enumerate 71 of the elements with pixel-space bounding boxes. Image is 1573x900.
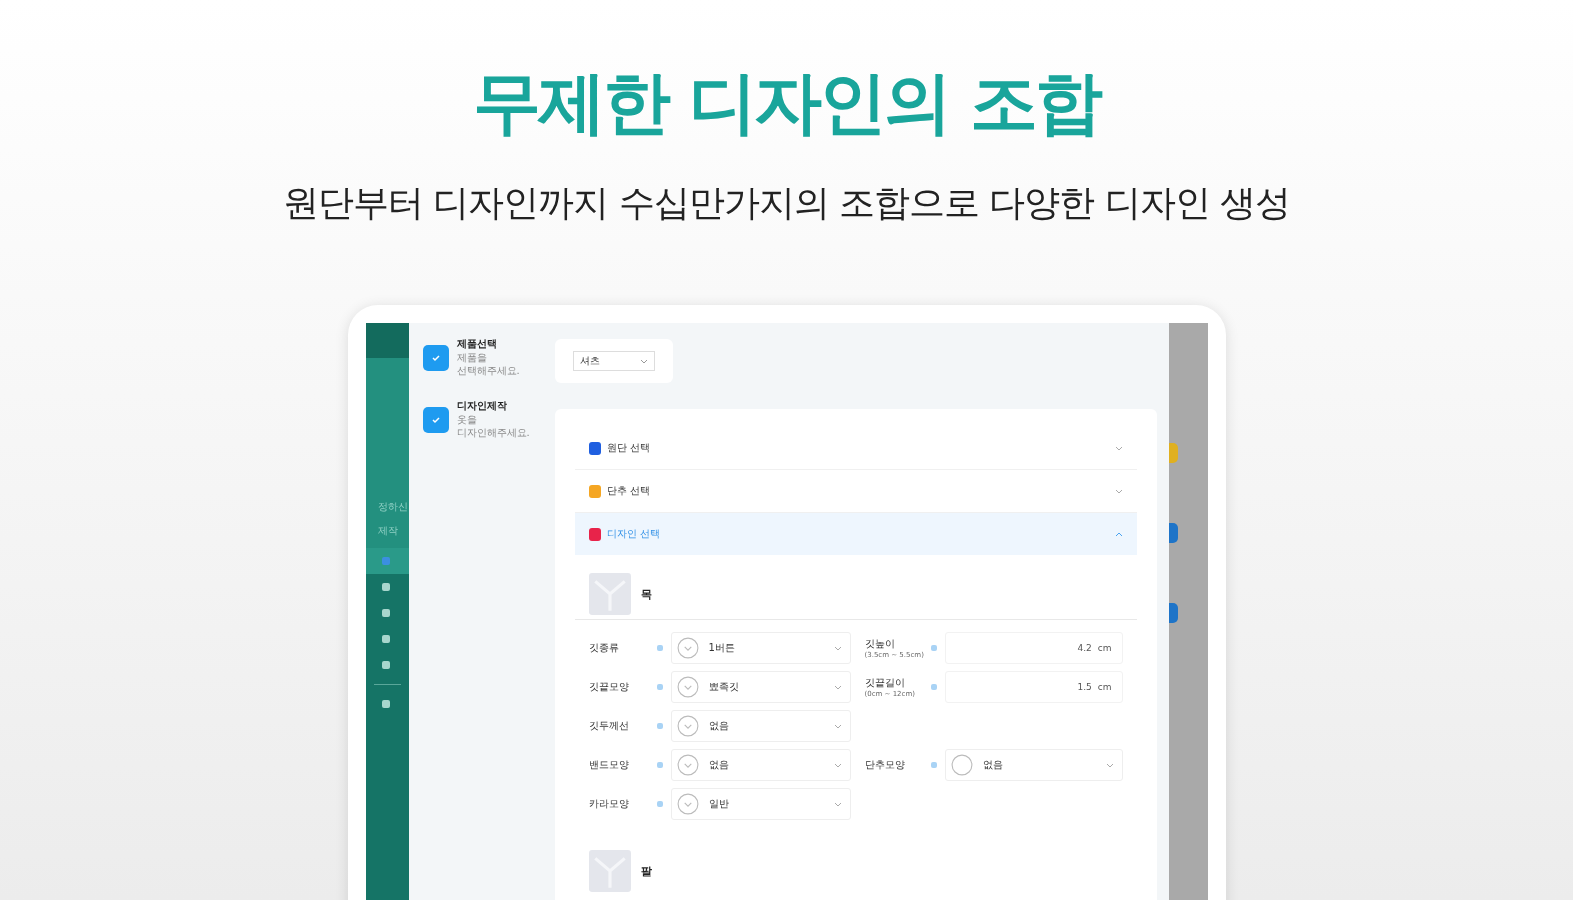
caret-icon bbox=[833, 684, 842, 690]
menu-icon bbox=[381, 557, 390, 565]
caret-icon bbox=[639, 358, 648, 364]
sidebar-header bbox=[365, 323, 409, 358]
option-icon bbox=[676, 715, 699, 737]
option-dropdown[interactable]: 없음 bbox=[944, 749, 1123, 781]
info-icon bbox=[656, 645, 663, 651]
option-dropdown[interactable]: 1버튼 bbox=[670, 632, 851, 664]
headline: 무제한 디자인의 조합 bbox=[473, 62, 1100, 144]
option-dropdown[interactable]: 일반 bbox=[670, 788, 851, 820]
option-dropdown[interactable]: 없음 bbox=[670, 710, 851, 742]
step-checkbox[interactable] bbox=[422, 407, 449, 433]
info-icon bbox=[656, 723, 663, 729]
option-icon bbox=[676, 637, 699, 659]
info-icon bbox=[656, 801, 663, 807]
menu-icon bbox=[381, 635, 390, 643]
field-label: 카라모양 bbox=[588, 797, 630, 811]
menu-icon bbox=[381, 609, 390, 617]
option-icon bbox=[676, 793, 699, 815]
field-label: 깃끝길이 bbox=[864, 676, 906, 690]
field-label: 깃두께선 bbox=[588, 719, 630, 733]
step-subtitle: 옷을 bbox=[456, 413, 478, 426]
field-label: 깃종류 bbox=[588, 641, 620, 655]
caret-icon bbox=[1105, 762, 1114, 768]
chevron-icon bbox=[1114, 531, 1123, 537]
tab-marker bbox=[1168, 443, 1178, 463]
field-label: 깃끝모양 bbox=[588, 680, 630, 694]
step-subtitle: 제품을 bbox=[456, 351, 488, 364]
number-field[interactable]: 1.5 cm bbox=[944, 671, 1123, 703]
step-checkbox[interactable] bbox=[422, 345, 449, 371]
sidebar-label: 정하신 bbox=[377, 500, 409, 514]
info-icon bbox=[656, 762, 663, 768]
field-label: 단추모양 bbox=[864, 758, 906, 772]
chevron-icon bbox=[1114, 488, 1123, 494]
number-field[interactable]: 4.2 cm bbox=[944, 632, 1123, 664]
garment-thumbnail bbox=[588, 573, 631, 615]
caret-icon bbox=[833, 801, 842, 807]
step-title: 디자인제작 bbox=[456, 399, 508, 413]
option-icon bbox=[676, 754, 699, 776]
section-title: 팔 bbox=[640, 863, 652, 879]
step-note: 선택해주세요. bbox=[456, 364, 520, 377]
field-label: 깃높이 bbox=[864, 637, 896, 651]
section-title: 목 bbox=[640, 586, 652, 602]
accordion-header[interactable]: 원단 선택 bbox=[574, 427, 1137, 470]
product-dropdown[interactable]: 셔츠 bbox=[572, 351, 655, 371]
caret-icon bbox=[833, 762, 842, 768]
option-dropdown[interactable]: 뾰족깃 bbox=[670, 671, 851, 703]
info-icon bbox=[930, 762, 937, 768]
caret-icon bbox=[833, 645, 842, 651]
menu-icon bbox=[381, 661, 390, 669]
tab-marker bbox=[1168, 603, 1178, 623]
step-note: 디자인해주세요. bbox=[456, 426, 530, 439]
subheadline: 원단부터 디자인까지 수십만가지의 조합으로 다양한 디자인 생성 bbox=[282, 181, 1291, 225]
info-icon bbox=[656, 684, 663, 690]
chevron-icon bbox=[1114, 445, 1123, 451]
sidebar-item[interactable] bbox=[365, 548, 409, 574]
menu-icon bbox=[381, 583, 390, 591]
info-icon bbox=[930, 645, 937, 651]
check-icon bbox=[430, 415, 441, 425]
field-label: 밴드모양 bbox=[588, 758, 630, 772]
option-icon bbox=[676, 676, 699, 698]
garment-thumbnail bbox=[588, 850, 631, 892]
caret-icon bbox=[833, 723, 842, 729]
option-icon bbox=[950, 754, 973, 776]
tab-marker bbox=[1168, 523, 1178, 543]
menu-icon bbox=[381, 700, 390, 708]
check-icon bbox=[430, 353, 441, 363]
step-title: 제품선택 bbox=[456, 337, 498, 351]
option-dropdown[interactable]: 없음 bbox=[670, 749, 851, 781]
sidebar-label: 제작 bbox=[377, 524, 399, 538]
info-icon bbox=[930, 684, 937, 690]
